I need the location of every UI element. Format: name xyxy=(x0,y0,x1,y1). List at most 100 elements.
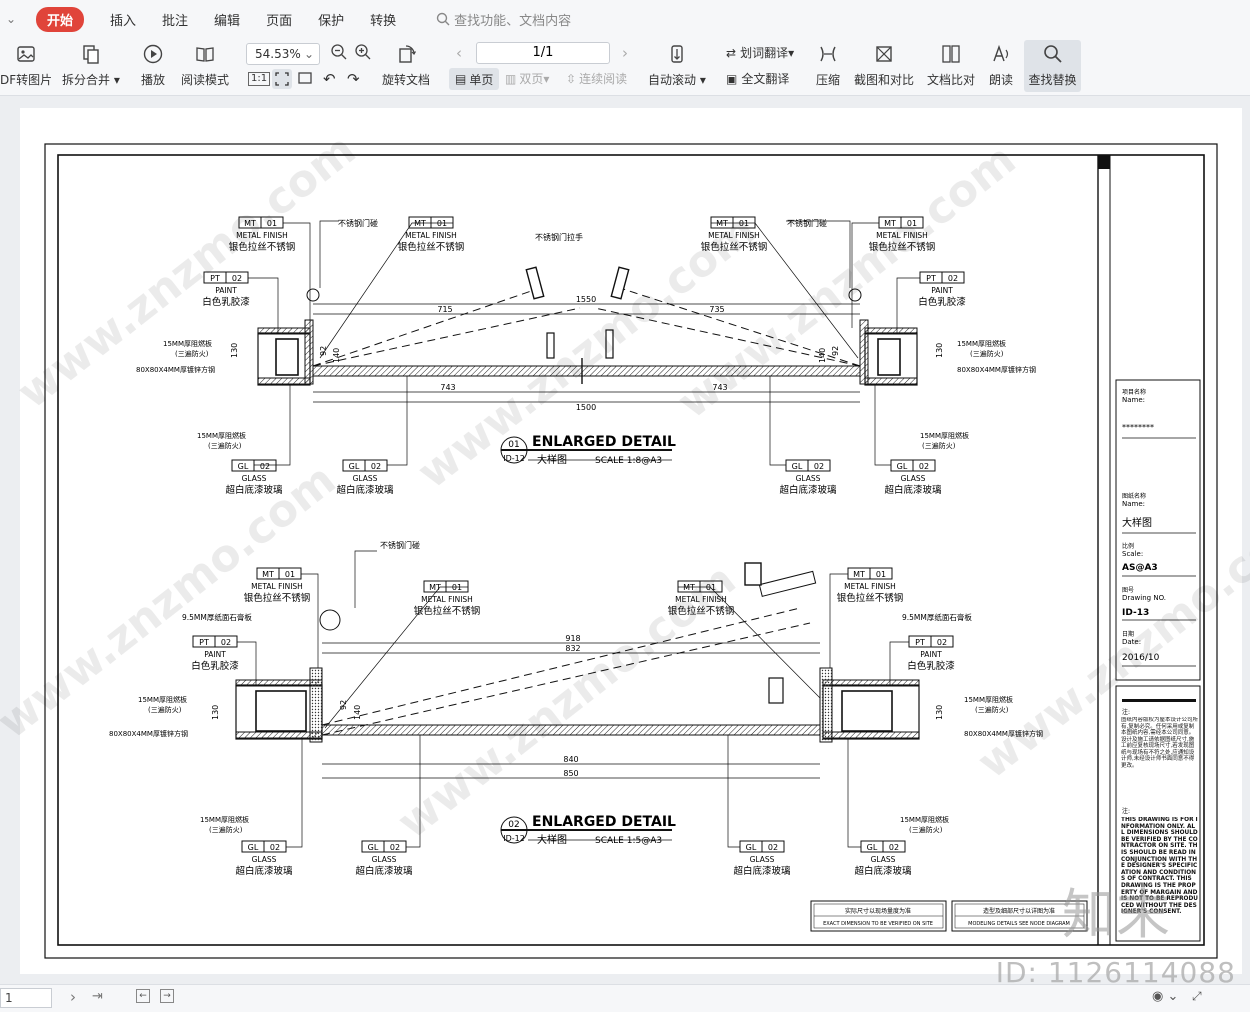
svg-text:PAINT: PAINT xyxy=(204,650,226,659)
tab-annotate[interactable]: 批注 xyxy=(162,10,188,29)
note2-fireproof-3: (三遍防火) xyxy=(209,825,243,834)
svg-text:METAL FINISH: METAL FINISH xyxy=(421,595,473,604)
svg-text:GL: GL xyxy=(248,843,259,852)
note2-steel-1: 80X80X4MM厚镀锌方钢 xyxy=(109,729,188,738)
svg-text:注:: 注: xyxy=(1122,807,1130,815)
dim-h92-left: 92 xyxy=(319,346,328,356)
magnifier-icon xyxy=(1040,41,1066,67)
note2-gypsum-left: 9.5MM厚纸面石膏板 xyxy=(182,612,252,622)
tag-mt-left-1: MT 01 METAL FINISH 银色拉丝不锈钢 xyxy=(229,216,295,253)
zoom-out-button[interactable] xyxy=(330,43,348,61)
note2-steel-2: 80X80X4MM厚镀锌方钢 xyxy=(964,729,1043,738)
detail2-cn: 大样图 xyxy=(537,833,567,846)
fit-width-button[interactable] xyxy=(298,71,312,85)
svg-text:注:: 注: xyxy=(1122,708,1130,716)
note-door-stop-2: 不锈钢门碰 xyxy=(787,218,827,228)
rotate-right-button[interactable]: ↷ xyxy=(347,70,360,88)
tab-convert[interactable]: 转换 xyxy=(370,10,396,29)
detail-1: 1550 715 735 743 743 1500 130 130 92 140… xyxy=(136,216,1036,496)
read-mode-button[interactable]: 阅读模式 xyxy=(181,41,229,88)
svg-text:GLASS: GLASS xyxy=(252,855,277,864)
rotate-left-button[interactable]: ↶ xyxy=(323,70,336,88)
svg-text:银色拉丝不锈钢: 银色拉丝不锈钢 xyxy=(837,592,904,604)
status-bar: 1 › ⇥ ← → ◉ ⌄ ⤢ xyxy=(0,984,1250,1012)
tag-mt-right-2: MT 01 METAL FINISH 银色拉丝不锈钢 xyxy=(869,216,935,253)
compress-button[interactable]: 压缩 xyxy=(815,41,841,88)
svg-text:PT: PT xyxy=(926,274,936,283)
double-page-button[interactable]: ▥ 双页 ▾ xyxy=(505,70,549,87)
continuous-label: 连续阅读 xyxy=(579,72,628,86)
svg-text:PT: PT xyxy=(915,638,925,647)
note-board-4: 15MM厚阻燃板 xyxy=(920,431,969,440)
doc-compare-button[interactable]: 文档比对 xyxy=(927,41,975,88)
read-aloud-button[interactable]: 朗读 xyxy=(988,41,1014,88)
full-translate-label: 全文翻译 xyxy=(741,72,790,86)
svg-text:项目名称: 项目名称 xyxy=(1122,388,1146,396)
svg-text:METAL FINISH: METAL FINISH xyxy=(844,582,896,591)
word-translate-button[interactable]: ⇄ 划词翻译 ▾ xyxy=(726,44,794,61)
eye-protection-button[interactable]: ◉ ⌄ xyxy=(1152,989,1178,1004)
tab-protect[interactable]: 保护 xyxy=(318,10,344,29)
detail-2: 918 832 840 850 130 130 92 140 不锈钢门碰 9.5… xyxy=(109,540,1043,877)
menu-bar: ⌄ 开始 插入 批注 编辑 页面 保护 转换 查找功能、文档内容 xyxy=(0,0,1250,38)
svg-text:实际尺寸以现场量度为准: 实际尺寸以现场量度为准 xyxy=(845,907,911,915)
page-number-value: 1 xyxy=(5,991,13,1005)
svg-text:银色拉丝不锈钢: 银色拉丝不锈钢 xyxy=(668,605,735,617)
note-board-1: 15MM厚阻燃板 xyxy=(163,339,212,348)
fit-page-button[interactable] xyxy=(272,69,292,89)
page-number-field[interactable]: 1 xyxy=(0,988,52,1008)
dim2-mid: 832 xyxy=(565,644,580,653)
single-page-label: 单页 xyxy=(469,72,494,87)
rotate-doc-button[interactable]: 旋转文档 xyxy=(382,41,430,88)
detail1-cn: 大样图 xyxy=(537,453,567,466)
split-merge-button[interactable]: 拆分合并 ▾ xyxy=(62,41,120,88)
fullscreen-icon: ⤢ xyxy=(1192,989,1202,1003)
pdf-to-image-button[interactable]: DF转图片 xyxy=(0,41,52,88)
cad-drawing: 1550 715 735 743 743 1500 130 130 92 140… xyxy=(44,143,1218,959)
note2-fireproof-4: (三遍防火) xyxy=(909,825,943,834)
tab-edit[interactable]: 编辑 xyxy=(214,10,240,29)
tab-page[interactable]: 页面 xyxy=(266,10,292,29)
zoom-select[interactable]: 54.53% ⌄ xyxy=(246,43,320,65)
tab-insert[interactable]: 插入 xyxy=(110,10,136,29)
auto-scroll-button[interactable]: 自动滚动 ▾ xyxy=(648,41,706,88)
svg-text:银色拉丝不锈钢: 银色拉丝不锈钢 xyxy=(244,592,311,604)
find-replace-button[interactable]: 查找替换 xyxy=(1024,40,1081,92)
svg-text:超白底漆玻璃: 超白底漆玻璃 xyxy=(225,484,282,496)
svg-text:PAINT: PAINT xyxy=(215,286,237,295)
document-canvas[interactable]: 1550 715 735 743 743 1500 130 130 92 140… xyxy=(0,96,1250,984)
read-aloud-icon xyxy=(988,41,1014,67)
dim-right: 735 xyxy=(709,305,724,314)
back-button[interactable]: ← xyxy=(136,989,150,1003)
forward-button[interactable]: → xyxy=(160,989,174,1003)
single-page-button[interactable]: ▤ 单页 xyxy=(449,68,500,90)
zoom-in-icon xyxy=(355,44,371,60)
svg-text:超白底漆玻璃: 超白底漆玻璃 xyxy=(355,865,412,877)
full-translate-button[interactable]: ▣ 全文翻译 xyxy=(726,70,789,87)
read-mode-label: 阅读模式 xyxy=(181,73,230,87)
continuous-read-button[interactable]: ⇳ 连续阅读 xyxy=(566,70,627,87)
svg-text:MT: MT xyxy=(244,219,256,228)
next-page-status-button[interactable]: › xyxy=(70,988,76,1006)
fullscreen-button[interactable]: ⤢ xyxy=(1192,989,1202,1004)
play-button[interactable]: 播放 xyxy=(140,41,166,88)
dim2-total: 850 xyxy=(563,769,578,778)
svg-text:02: 02 xyxy=(937,638,947,647)
screenshot-compare-button[interactable]: 截图和对比 xyxy=(854,41,914,88)
prev-page-button[interactable]: ‹ xyxy=(456,44,462,62)
search-box[interactable]: 查找功能、文档内容 xyxy=(436,10,571,29)
history-dropdown-icon[interactable]: ⌄ xyxy=(0,12,22,26)
page-number-input[interactable]: 1/1 xyxy=(476,42,610,64)
actual-size-button[interactable]: 1:1 xyxy=(248,72,271,86)
svg-text:02: 02 xyxy=(270,843,280,852)
detail1-num: 01 xyxy=(508,440,519,450)
rotate-doc-label: 旋转文档 xyxy=(382,73,431,87)
note2-gypsum-right: 9.5MM厚纸面石膏板 xyxy=(902,612,972,622)
tab-start[interactable]: 开始 xyxy=(36,6,85,32)
next-page-button[interactable]: › xyxy=(622,44,628,62)
dim2-h130-left: 130 xyxy=(211,705,220,720)
zoom-in-button[interactable] xyxy=(354,43,372,61)
last-page-button[interactable]: ⇥ xyxy=(92,989,103,1004)
svg-text:超白底漆玻璃: 超白底漆玻璃 xyxy=(235,865,292,877)
double-page-icon: ▥ xyxy=(505,71,517,86)
